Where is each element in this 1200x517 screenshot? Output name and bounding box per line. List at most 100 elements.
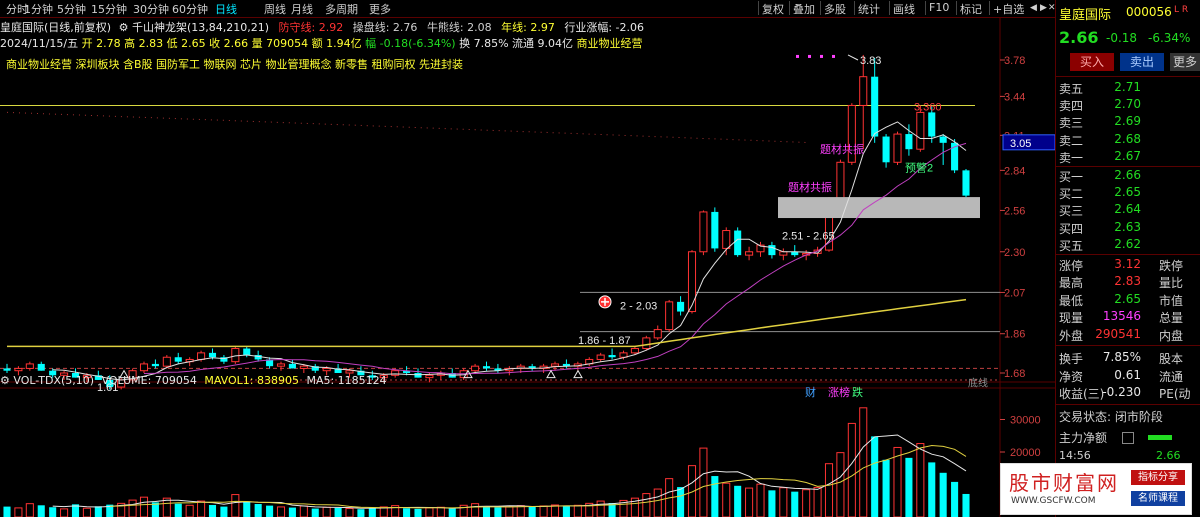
volume-bar [893,446,902,517]
volume-bar [539,505,548,517]
volume-bar [550,504,560,517]
main-net-label: 主力净额 [1059,431,1108,445]
tab-30min[interactable]: 30分钟 [133,1,169,17]
bid-level-4-label: 买四 [1059,221,1084,236]
volume-bar [824,463,834,517]
main-net-toggle-icon[interactable] [1122,432,1134,444]
volume-bar [82,507,91,517]
volume-bar [185,504,194,517]
range-label: 1.86 - 1.87 [578,335,631,347]
stat-low-extra-label: 市值 [1159,293,1184,308]
stat-outer-volume-value: 290541 [1095,326,1141,341]
bid-level-5-value: 2.62 [1114,236,1141,251]
tab-5min[interactable]: 5分钟 [57,1,86,17]
candle-body [722,230,731,249]
overlay-button[interactable]: 叠加 [793,1,815,17]
volume-indicator-name[interactable]: VOL-TDX(5,10) [13,374,94,387]
tab-1min[interactable]: 1分钟 [24,1,53,17]
toolbar-divider [758,1,759,15]
gainer-badge: 涨榜 [828,385,850,399]
stat-high-value: 2.83 [1114,274,1141,289]
stat-turnover-extra-label: 股本 [1159,352,1184,366]
stat-turnover-value: 7.85% [1102,350,1141,364]
defense-line-value: 防守线: 2.92 [278,21,344,34]
volume-bar [905,457,913,517]
peak-label: 3.83 [860,55,881,67]
chart-area[interactable]: 3.783.443.112.842.562.302.071.861.683.05… [0,17,1055,517]
candle-body [882,136,890,163]
ma-long-line [7,298,967,348]
tab-60min[interactable]: 60分钟 [172,1,208,17]
volume-bar [25,503,34,517]
stat-low-value: 2.65 [1114,291,1141,306]
price-axis-label: 3.78 [1004,55,1025,67]
candle-body [3,368,11,371]
watermark-url: WWW.GSCFW.COM [1011,496,1096,506]
bar-date: 2024/11/15/五 [0,37,79,50]
volume-gear-icon[interactable]: ⚙ [0,374,10,387]
finance-badge: 财 [805,385,816,399]
price-axis-label: 2.30 [1004,247,1025,259]
volume-bar [197,500,206,517]
f10-button[interactable]: F10 [929,1,949,14]
stat-outer-volume-extra-label: 内盘 [1159,328,1184,343]
candle-body [677,301,685,312]
volume-bar [220,506,228,517]
volume-bar [60,508,69,517]
candle-body [391,370,400,376]
mark-button[interactable]: 标记 [960,1,982,17]
tab-multi[interactable]: 多周期 [325,1,358,17]
resistance-label: 3.360 [914,101,942,113]
trade-status: 交易状态: 闭市阶段 [1059,410,1163,424]
divider [1056,404,1200,405]
candle-body [596,354,605,360]
indicator-name[interactable]: 千山神龙架(13,84,210,21) [132,21,269,34]
volume-bar [37,505,45,517]
stat-earnings-extra-label: PE(动 [1159,387,1191,401]
candle-body [836,161,845,200]
volume-bar [847,422,856,517]
sell-button[interactable]: 卖出 [1120,53,1164,71]
candle-body [859,76,868,106]
indicator-gear-icon[interactable]: ⚙ [119,21,129,34]
volume-header: ⚙ VOL-TDX(5,10) VOLUME: 709054 MAVOL1: 8… [0,374,387,387]
volume-bar [939,472,947,517]
candle-body [14,367,23,372]
buy-button[interactable]: 买入 [1070,53,1114,71]
tab-daily[interactable]: 日线 [215,1,237,17]
tab-monthly[interactable]: 月线 [291,1,313,17]
volume-bar [357,509,365,517]
bid-level-3-label: 买三 [1059,204,1084,219]
more-button[interactable]: 更多 [1170,53,1200,71]
candle-body [745,251,754,256]
watermark-logo: 股市财富网 WWW.GSCFW.COM 指标分享 名师课程 [1000,463,1192,515]
stock-title: 皇庭国际(日线,前复权) [0,21,112,34]
bid-level-1-row: 买一 2.66 [1059,168,1200,185]
volume-bar [14,507,23,517]
volume-axis-label: 20000 [1010,447,1041,459]
bar-turnover: 换 7.85% [459,37,509,50]
bar-float: 流通 9.04亿 [512,37,574,50]
volume-bar [128,499,137,517]
candle-body [768,245,776,256]
candle-body [699,211,708,253]
tab-15min[interactable]: 15分钟 [91,1,127,17]
add-watchlist-button[interactable]: +自选 [993,1,1024,17]
candle-body [734,230,742,256]
candle-body [299,365,308,369]
signal-dot [820,54,823,58]
prev-icon[interactable]: ◀ [1030,3,1037,13]
bid-level-2-row: 买二 2.65 [1059,185,1200,202]
draw-line-button[interactable]: 画线 [893,1,915,17]
candle-body [665,301,674,331]
next-icon[interactable]: ▶ [1040,3,1047,13]
industry-change-value: 行业涨幅: -2.06 [564,21,645,34]
statistics-button[interactable]: 统计 [858,1,880,17]
candle-body [939,136,947,143]
multi-stock-button[interactable]: 多股 [824,1,846,17]
bid-level-4-row: 买四 2.63 [1059,220,1200,237]
tab-weekly[interactable]: 周线 [264,1,286,17]
tab-more[interactable]: 更多 [369,1,391,17]
restore-rights-button[interactable]: 复权 [762,1,784,17]
volume-bar [677,487,685,517]
